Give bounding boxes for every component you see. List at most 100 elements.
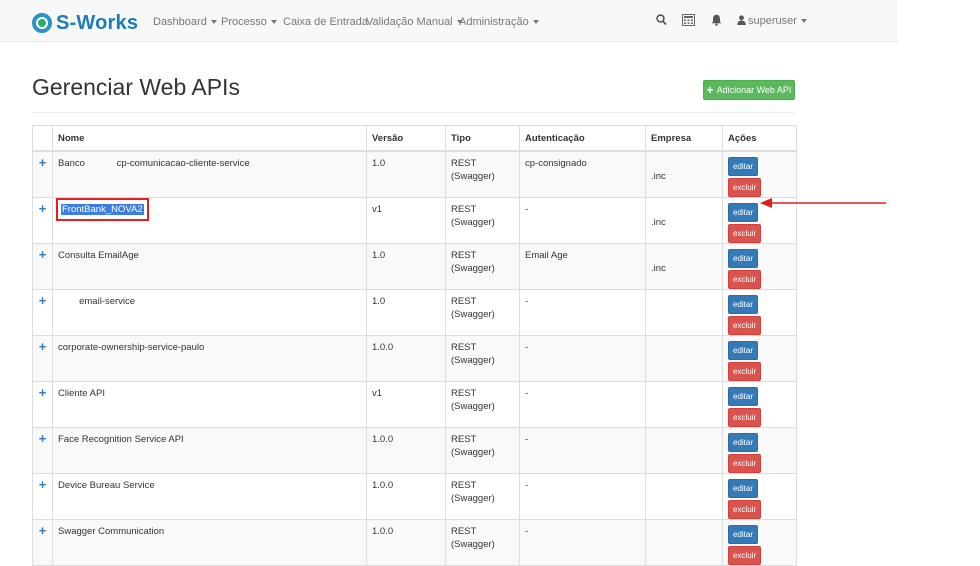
header-versao[interactable]: Versão <box>366 125 446 152</box>
row-autenticacao: Email Age <box>519 243 646 290</box>
edit-button[interactable]: editar <box>728 341 759 360</box>
nav-administracao-label: Administração <box>459 16 529 28</box>
row-nome-text: FrontBank_NOVA2 <box>61 204 144 215</box>
delete-button[interactable]: excluir <box>728 546 762 565</box>
chevron-down-icon <box>270 20 277 25</box>
row-versao: 1.0.0 <box>366 519 446 566</box>
expand-icon[interactable]: + <box>32 381 53 428</box>
logo-icon <box>32 13 52 33</box>
plus-icon: + <box>706 83 714 97</box>
row-tipo: REST (Swagger) <box>445 381 520 428</box>
row-empresa <box>645 519 723 566</box>
search-icon[interactable] <box>656 14 667 26</box>
edit-button[interactable]: editar <box>728 387 759 406</box>
edit-button[interactable]: editar <box>728 295 759 314</box>
brand-name: S-Works <box>56 11 139 34</box>
header-tipo[interactable]: Tipo <box>445 125 520 152</box>
row-acoes: editar excluir <box>722 473 797 520</box>
delete-button[interactable]: excluir <box>728 316 762 335</box>
edit-button[interactable]: editar <box>728 157 759 176</box>
row-acoes: editar excluir <box>722 519 797 566</box>
chevron-down-icon <box>532 20 539 25</box>
highlight-box: FrontBank_NOVA2 <box>56 198 149 221</box>
row-versao: v1 <box>366 381 446 428</box>
row-autenticacao: - <box>519 427 646 474</box>
row-empresa-text: .inc <box>651 171 666 182</box>
edit-button[interactable]: editar <box>728 203 759 222</box>
add-web-api-button[interactable]: + Adicionar Web API <box>703 80 795 100</box>
bell-icon[interactable] <box>711 14 722 26</box>
user-menu[interactable]: superuser <box>737 15 807 27</box>
table-row: + Face Recognition Service API 1.0.0 RES… <box>32 427 797 474</box>
row-autenticacao: - <box>519 381 646 428</box>
table-row: + email-service 1.0 REST (Swagger) - edi… <box>32 289 797 336</box>
edit-button[interactable]: editar <box>728 479 759 498</box>
nav-caixa-de-entrada[interactable]: Caixa de Entrada <box>283 16 368 28</box>
table-row: + Device Bureau Service 1.0.0 REST (Swag… <box>32 473 797 520</box>
expand-icon[interactable]: + <box>32 150 53 198</box>
row-versao: 1.0 <box>366 243 446 290</box>
header-nome[interactable]: Nome <box>52 125 367 152</box>
table-row: + Cliente API v1 REST (Swagger) - editar… <box>32 381 797 428</box>
nav-processo[interactable]: Processo <box>221 16 277 28</box>
table-row: + FrontBank_NOVA2 v1 REST (Swagger) - .i… <box>32 197 797 244</box>
delete-button[interactable]: excluir <box>728 224 762 243</box>
expand-icon[interactable]: + <box>32 289 53 336</box>
row-nome: Device Bureau Service <box>52 473 367 520</box>
row-nome: Consulta EmailAge <box>52 243 367 290</box>
expand-icon[interactable]: + <box>32 473 53 520</box>
row-acoes: editar excluir <box>722 427 797 474</box>
delete-button[interactable]: excluir <box>728 408 762 427</box>
expand-icon[interactable]: + <box>32 335 53 382</box>
row-nome: Swagger Communication <box>52 519 367 566</box>
brand-logo[interactable]: S-Works <box>32 11 138 35</box>
row-acoes: editar excluir <box>722 150 797 198</box>
delete-button[interactable]: excluir <box>728 178 762 197</box>
row-nome: FrontBank_NOVA2 <box>52 197 367 244</box>
row-empresa-text: .inc <box>651 217 666 228</box>
nav-validacao-manual[interactable]: Validação Manual <box>366 16 463 28</box>
edit-button[interactable]: editar <box>728 525 759 544</box>
row-autenticacao: - <box>519 335 646 382</box>
expand-icon[interactable]: + <box>32 243 53 290</box>
row-tipo: REST (Swagger) <box>445 243 520 290</box>
expand-icon[interactable]: + <box>32 197 53 244</box>
add-web-api-label: Adicionar Web API <box>716 85 792 95</box>
row-empresa: .inc <box>645 243 723 290</box>
header-autenticacao[interactable]: Autenticação <box>519 125 646 152</box>
delete-button[interactable]: excluir <box>728 500 762 519</box>
row-acoes: editar excluir <box>722 243 797 290</box>
row-nome: corporate-ownership-service-paulo <box>52 335 367 382</box>
row-versao: 1.0.0 <box>366 427 446 474</box>
table-header-row: Nome Versão Tipo Autenticação Empresa Aç… <box>32 125 797 152</box>
row-versao: 1.0 <box>366 150 446 198</box>
web-api-table: Nome Versão Tipo Autenticação Empresa Aç… <box>32 125 797 566</box>
edit-button[interactable]: editar <box>728 433 759 452</box>
row-tipo: REST (Swagger) <box>445 150 520 198</box>
nav-administracao[interactable]: Administração <box>459 16 539 28</box>
edit-button[interactable]: editar <box>728 249 759 268</box>
row-autenticacao: cp-consignado <box>519 150 646 198</box>
expand-icon[interactable]: + <box>32 519 53 566</box>
delete-button[interactable]: excluir <box>728 362 762 381</box>
row-tipo: REST (Swagger) <box>445 519 520 566</box>
row-tipo: REST (Swagger) <box>445 473 520 520</box>
expand-icon[interactable]: + <box>32 427 53 474</box>
header-empresa[interactable]: Empresa <box>645 125 723 152</box>
row-autenticacao: - <box>519 473 646 520</box>
nav-dashboard[interactable]: Dashboard <box>153 16 217 28</box>
table-row: + Consulta EmailAge 1.0 REST (Swagger) E… <box>32 243 797 290</box>
row-nome: Banco cp-comunicacao-cliente-service <box>52 150 367 198</box>
row-tipo: REST (Swagger) <box>445 335 520 382</box>
calculator-icon[interactable] <box>682 14 695 26</box>
title-divider <box>32 112 795 113</box>
delete-button[interactable]: excluir <box>728 270 762 289</box>
row-nome: email-service <box>52 289 367 336</box>
user-icon <box>737 15 746 25</box>
table-row: + Swagger Communication 1.0.0 REST (Swag… <box>32 519 797 566</box>
row-acoes: editar excluir <box>722 289 797 336</box>
row-empresa <box>645 335 723 382</box>
row-empresa-text: .inc <box>651 263 666 274</box>
nav-validacao-label: Validação Manual <box>366 16 453 28</box>
delete-button[interactable]: excluir <box>728 454 762 473</box>
